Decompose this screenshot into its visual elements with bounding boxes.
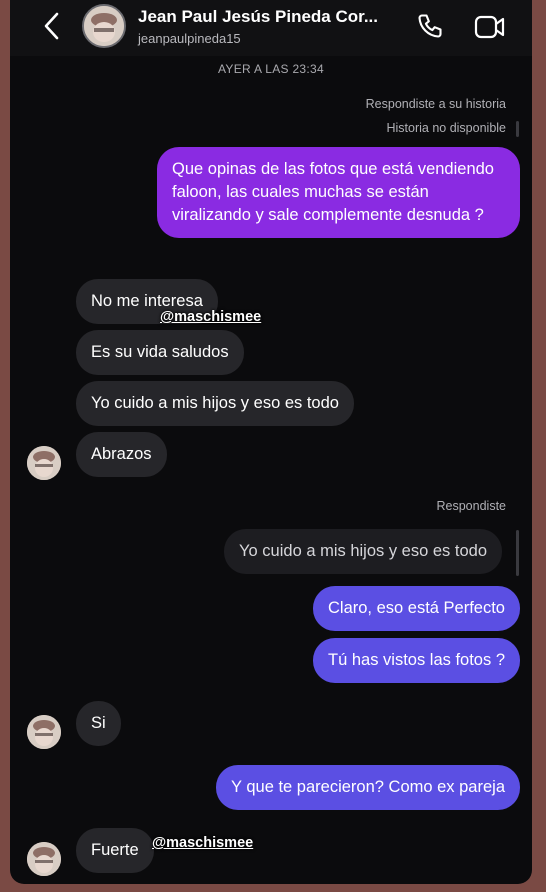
message-bubble-received[interactable]: Fuerte [76, 828, 154, 873]
message-bubble-sent[interactable]: Y que te parecieron? Como ex pareja [216, 765, 520, 810]
overlay-mention-tag: @maschismee [152, 835, 254, 851]
story-unavailable-label: Historia no disponible [386, 121, 506, 135]
message-bubble-received[interactable]: Abrazos [76, 432, 167, 477]
reply-quote-bar [516, 530, 519, 576]
video-icon[interactable] [474, 14, 506, 40]
chat-screen: Jean Paul Jesús Pineda Cor... jeanpaulpi… [10, 0, 532, 884]
avatar[interactable] [27, 842, 61, 876]
story-reply-bar [516, 121, 519, 137]
message-bubble-received[interactable]: Es su vida saludos [76, 330, 244, 375]
quoted-message[interactable]: Yo cuido a mis hijos y eso es todo [224, 529, 502, 574]
message-bubble-sent[interactable]: Tú has vistos las fotos ? [313, 638, 520, 683]
chat-header: Jean Paul Jesús Pineda Cor... jeanpaulpi… [10, 0, 532, 56]
message-bubble-received[interactable]: Yo cuido a mis hijos y eso es todo [76, 381, 354, 426]
overlay-mention-tag: @maschismee [160, 309, 262, 325]
reply-label: Respondiste [436, 499, 507, 513]
phone-icon[interactable] [416, 12, 444, 40]
contact-username[interactable]: jeanpaulpineda15 [138, 31, 241, 46]
avatar[interactable] [27, 715, 61, 749]
contact-name[interactable]: Jean Paul Jesús Pineda Cor... [138, 7, 378, 27]
avatar[interactable] [27, 446, 61, 480]
avatar[interactable] [82, 4, 126, 48]
timestamp: AYER A LAS 23:34 [218, 62, 324, 76]
message-bubble-received[interactable]: Si [76, 701, 121, 746]
story-reply-label: Respondiste a su historia [365, 97, 506, 111]
back-icon[interactable] [40, 10, 64, 42]
message-bubble-sent[interactable]: Que opinas de las fotos que está vendien… [157, 147, 520, 238]
message-bubble-sent[interactable]: Claro, eso está Perfecto [312, 586, 520, 631]
